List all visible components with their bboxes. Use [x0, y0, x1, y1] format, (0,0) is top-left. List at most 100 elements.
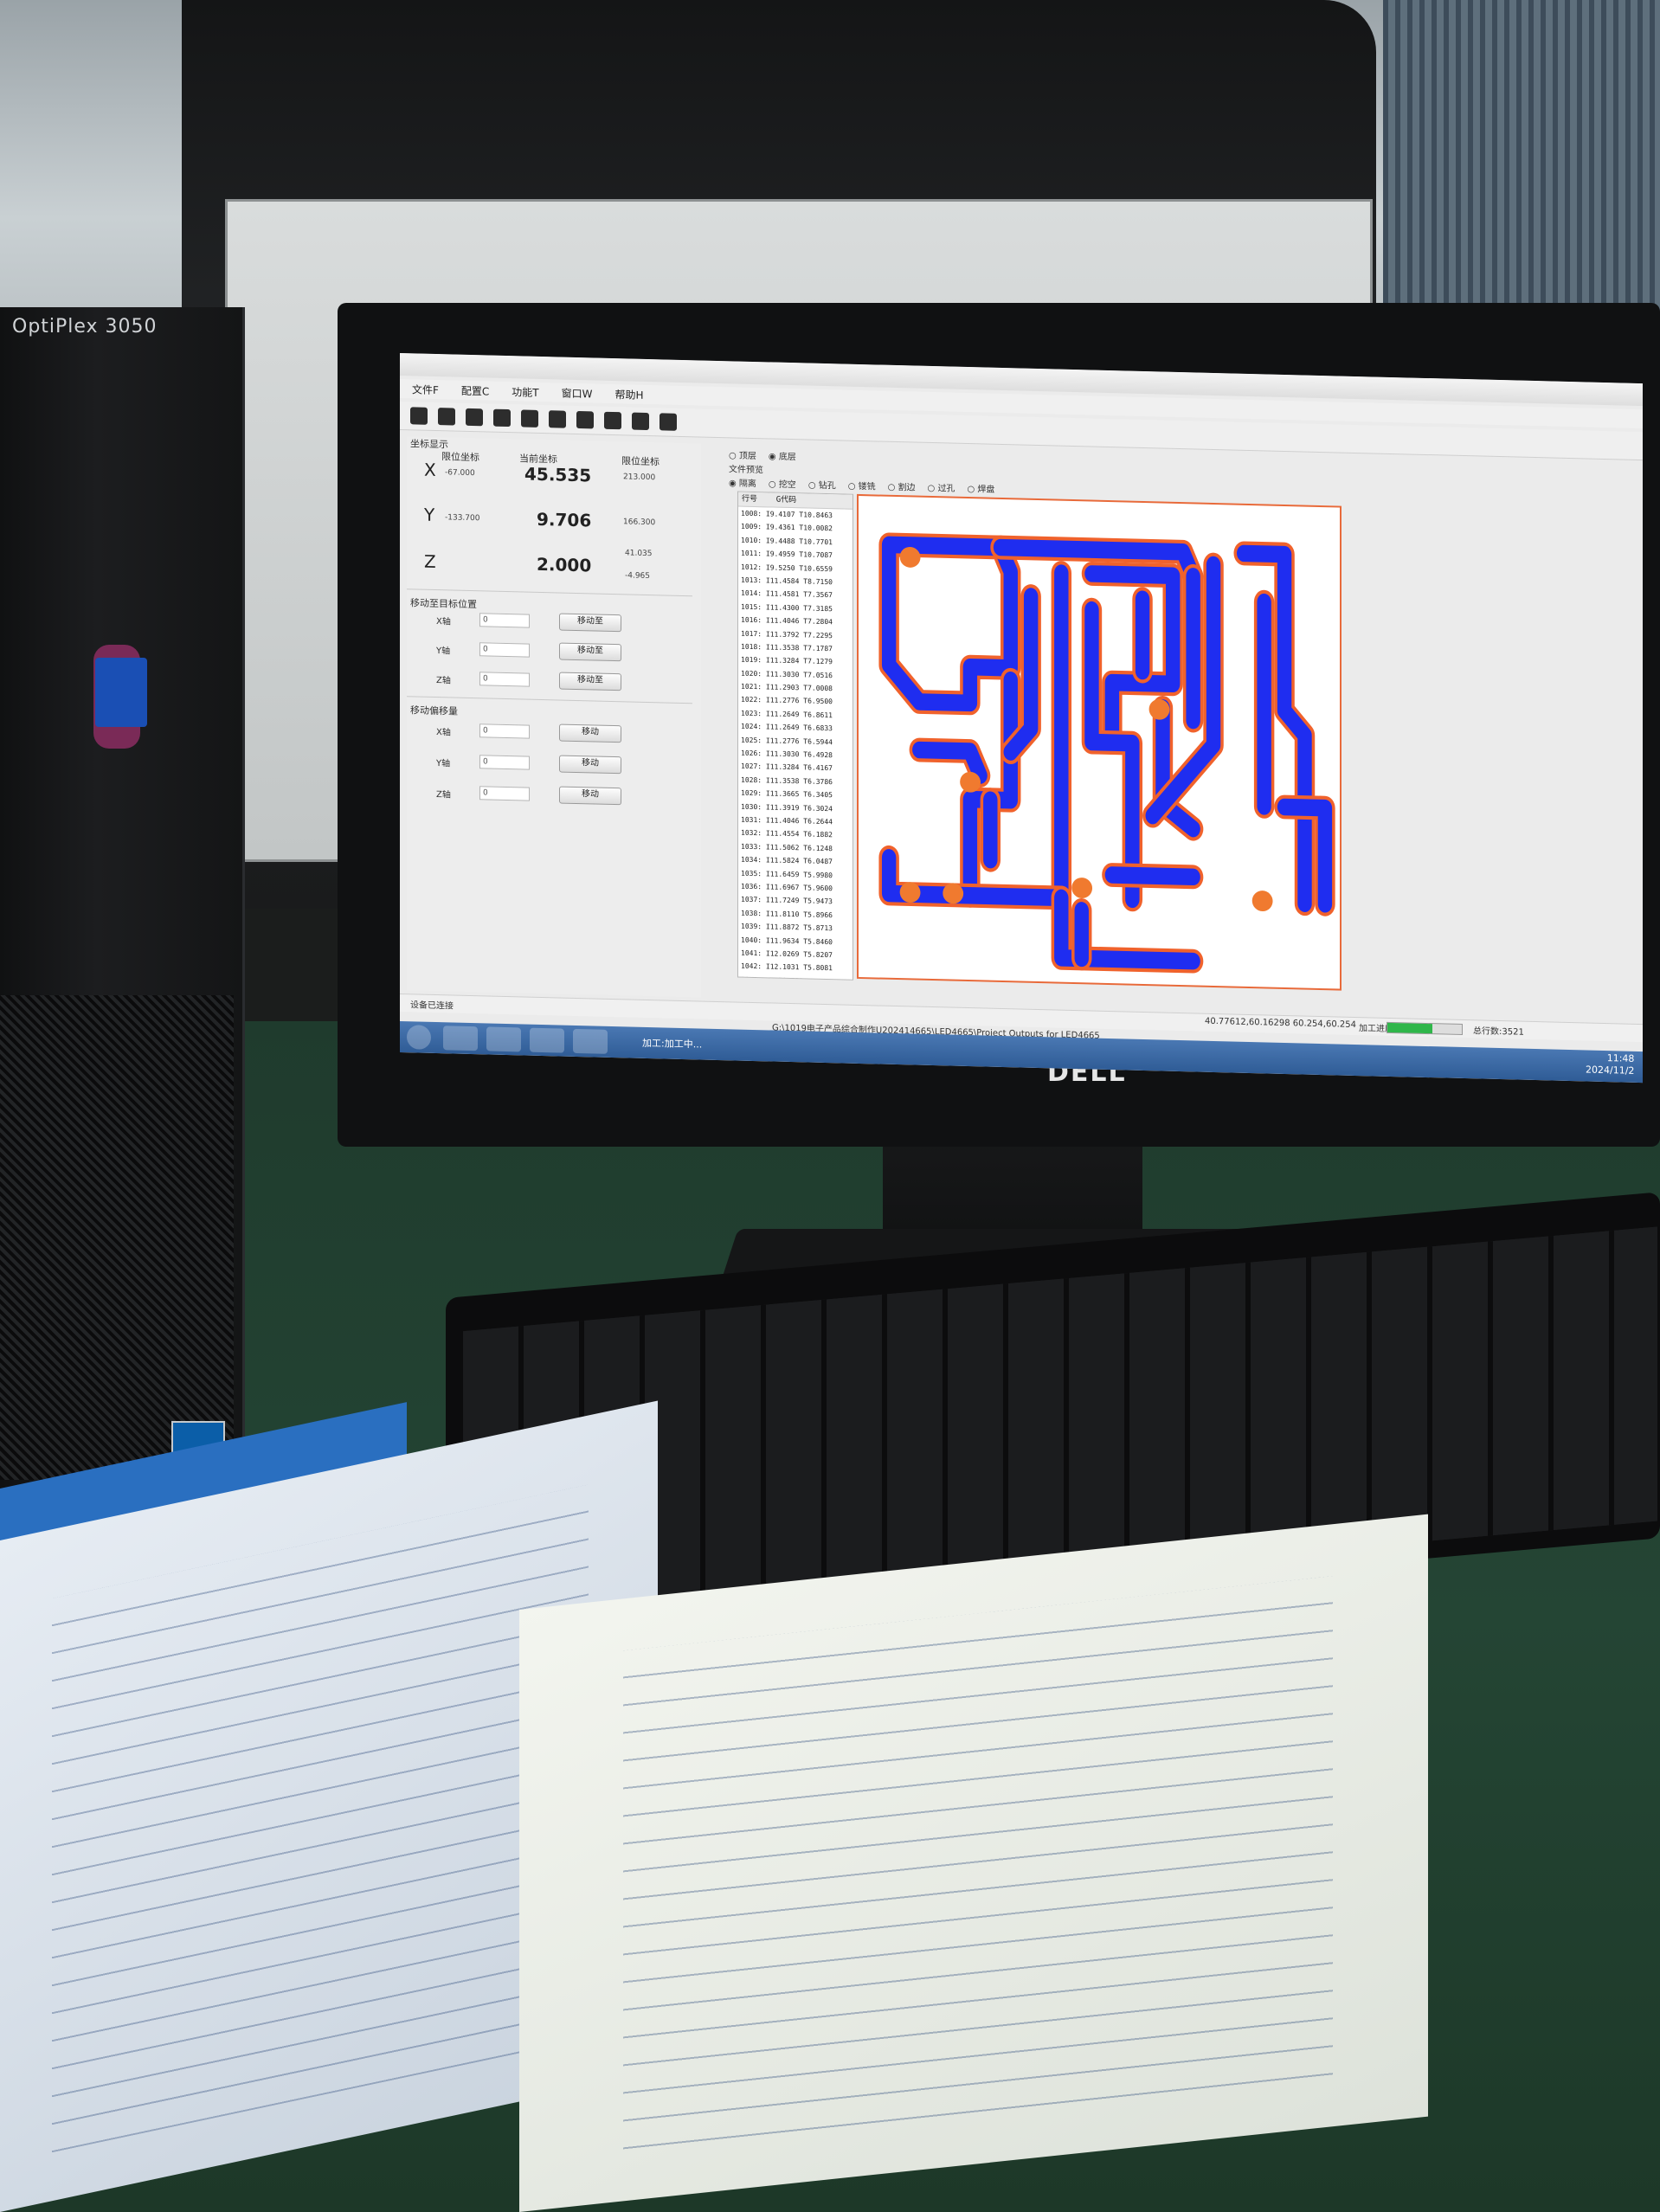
- move-offset-y-button[interactable]: 移动: [559, 755, 621, 775]
- file-preview-label: 文件预览: [729, 465, 763, 476]
- pcb-trace: [1104, 866, 1200, 886]
- pcb-trace: [881, 536, 1018, 712]
- divider: [407, 696, 692, 704]
- radio-pad[interactable]: ○ 焊盘: [967, 481, 994, 495]
- radio-pad-label: 焊盘: [977, 485, 995, 495]
- menu-help[interactable]: 帮助H: [615, 387, 644, 402]
- move-to-group-label: 移动至目标位置: [410, 597, 477, 611]
- move-offset-x-input[interactable]: 0: [479, 723, 530, 739]
- pcb-pad: [1251, 891, 1273, 911]
- radio-isolate[interactable]: ◉ 隔离: [729, 475, 756, 489]
- axis-y-limit-min: -133.700: [445, 513, 480, 524]
- move-to-y-button[interactable]: 移动至: [559, 642, 621, 662]
- radio-cut-edge[interactable]: ○ 割边: [888, 479, 916, 493]
- menu-config[interactable]: 配置C: [461, 383, 489, 398]
- gcode-header-line: 行号: [742, 494, 758, 505]
- limit-min-header: 限位坐标: [441, 451, 479, 464]
- axis-z-limit-max: 41.035: [625, 549, 653, 559]
- move-offset-x-label: X轴: [436, 728, 451, 738]
- move-offset-z-button[interactable]: 移动: [559, 786, 621, 806]
- move-to-z-button[interactable]: 移动至: [559, 672, 621, 691]
- coordinate-panel: 坐标显示 限位坐标 当前坐标 限位坐标 X -67.000 45.535 213…: [407, 436, 701, 998]
- book-right-page: [519, 1514, 1428, 2212]
- progress-bar-fill: [1387, 1022, 1432, 1034]
- taskbar-active-window[interactable]: 加工:加工中...: [642, 1036, 702, 1051]
- connect-icon[interactable]: [410, 407, 428, 425]
- probe-icon[interactable]: [576, 410, 594, 429]
- taskbar-app[interactable]: [530, 1027, 564, 1053]
- status-coordinates: 40.77612,60.16298 60.254,60.254: [1205, 1016, 1356, 1031]
- move-to-x-button[interactable]: 移动至: [559, 613, 621, 633]
- menu-function[interactable]: 功能T: [512, 384, 538, 400]
- move-offset-z-input[interactable]: 0: [479, 786, 530, 801]
- move-to-x-input[interactable]: 0: [479, 613, 530, 628]
- total-lines: 总行数:3521: [1473, 1026, 1524, 1038]
- connection-status: 设备已连接: [410, 1000, 454, 1012]
- clock-time: 11:48: [1606, 1052, 1635, 1064]
- radio-drill-label: 钻孔: [818, 480, 836, 492]
- step-icon[interactable]: [493, 408, 511, 428]
- start-button[interactable]: [407, 1025, 431, 1050]
- gcode-header-code: G代码: [775, 495, 797, 505]
- radio-bottom-layer[interactable]: ◉ 底层: [769, 448, 796, 462]
- move-to-y-label: Y轴: [436, 646, 451, 657]
- limit-max-header: 限位坐标: [621, 455, 659, 468]
- radio-bottom-layer-label: 底层: [778, 452, 796, 463]
- menu-window[interactable]: 窗口W: [562, 385, 593, 401]
- taskbar-browser[interactable]: [486, 1026, 521, 1052]
- move-offset-x-button[interactable]: 移动: [559, 723, 621, 743]
- axis-z-extra: -4.965: [625, 571, 651, 582]
- radio-mill[interactable]: ○ 镂铣: [848, 479, 876, 492]
- move-to-x-label: X轴: [436, 617, 451, 627]
- tool-icon[interactable]: [604, 411, 621, 430]
- axis-x-limit-max: 213.000: [623, 473, 656, 483]
- settings-icon[interactable]: [438, 408, 455, 426]
- gcode-list[interactable]: 行号 G代码 1008: I9.4107 T10.8463 1009: I9.43…: [737, 491, 853, 981]
- move-offset-y-input[interactable]: 0: [479, 755, 530, 770]
- usb-ports: [95, 658, 147, 727]
- progress-bar: [1387, 1021, 1463, 1036]
- radio-cut-edge-label: 割边: [898, 483, 916, 493]
- spindle-icon[interactable]: [632, 412, 649, 431]
- menu-file[interactable]: 文件F: [412, 382, 439, 397]
- gcode-rows: 1008: I9.4107 T10.8463 1009: I9.4361 T10.…: [738, 507, 853, 981]
- book-text-lines: [52, 1484, 589, 2153]
- radio-drill[interactable]: ○ 钻孔: [808, 478, 836, 492]
- monitor-screen: 文件F 配置C 功能T 窗口W 帮助H 坐标显示 限位坐标 当前坐标 限位坐标 …: [400, 353, 1643, 1083]
- pcb-trace: [1084, 601, 1140, 909]
- pause-icon[interactable]: [521, 409, 538, 428]
- move-to-z-input[interactable]: 0: [479, 672, 530, 687]
- axis-z-label: Z: [424, 550, 436, 573]
- clock-date: 2024/11/2: [1586, 1064, 1635, 1077]
- radio-mill-label: 镂铣: [858, 481, 876, 492]
- radio-top-layer-label: 顶层: [738, 451, 756, 462]
- move-to-y-input[interactable]: 0: [479, 642, 530, 658]
- radio-via[interactable]: ○ 过孔: [928, 480, 955, 494]
- axis-z-current: 2.000: [537, 553, 592, 576]
- divider: [407, 588, 692, 597]
- book-text-lines: [623, 1576, 1333, 2170]
- move-offset-y-label: Y轴: [436, 759, 451, 769]
- taskbar-explorer[interactable]: [443, 1026, 478, 1051]
- pcb-pad: [1071, 878, 1093, 898]
- stop-icon[interactable]: [549, 410, 566, 428]
- pcb-preview[interactable]: [857, 493, 1342, 991]
- taskbar-app-2[interactable]: [573, 1028, 608, 1054]
- radio-via-label: 过孔: [937, 484, 955, 494]
- move-to-z-label: Z轴: [436, 676, 451, 686]
- radio-top-layer[interactable]: ○ 顶层: [729, 447, 756, 461]
- radio-hollow[interactable]: ○ 挖空: [769, 476, 796, 490]
- tower-vent-mesh: [0, 995, 234, 1480]
- axis-y-current: 9.706: [537, 508, 592, 531]
- layer-radio-group: ○ 顶层 ◉ 底层: [729, 447, 796, 462]
- pcb-preview-canvas: [878, 532, 1335, 974]
- play-icon[interactable]: [466, 408, 483, 427]
- move-offset-group-label: 移动偏移量: [410, 704, 458, 717]
- axis-x-limit-min: -67.000: [445, 468, 475, 479]
- origin-icon[interactable]: [659, 413, 677, 431]
- move-offset-z-label: Z轴: [436, 790, 451, 801]
- radio-hollow-label: 挖空: [778, 479, 796, 491]
- tower-brand-label: OptiPlex 3050: [12, 316, 158, 338]
- system-clock: 11:48 2024/11/2: [1586, 1051, 1634, 1077]
- axis-y-label: Y: [424, 504, 435, 525]
